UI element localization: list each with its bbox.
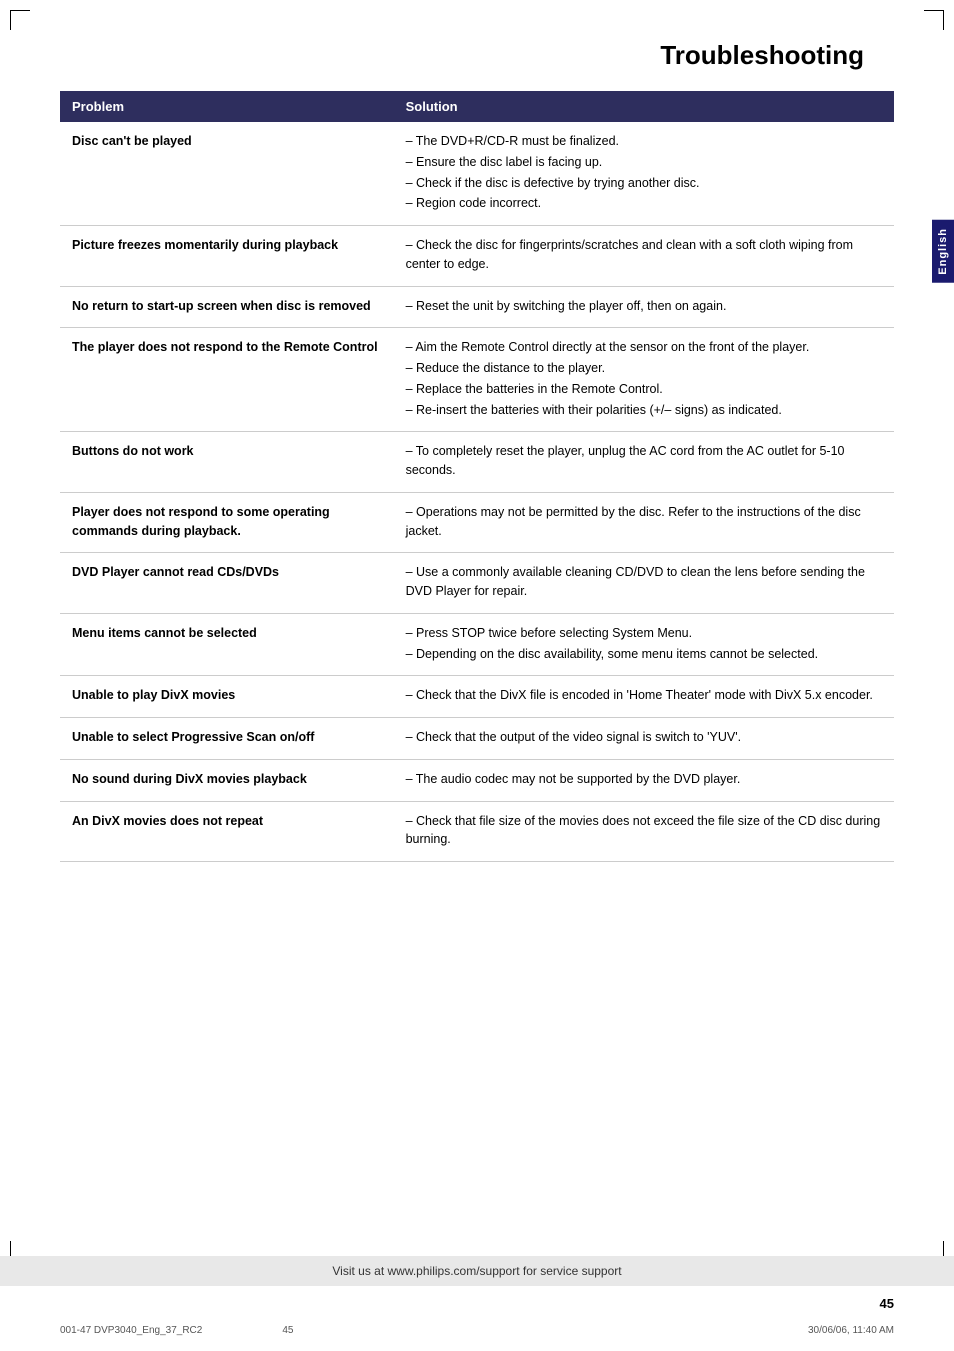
solution-cell: Check that file size of the movies does … [394, 801, 894, 862]
table-header-problem: Problem [60, 91, 394, 122]
table-row: Buttons do not work To completely reset t… [60, 432, 894, 493]
table-row: Picture freezes momentarily during playb… [60, 226, 894, 287]
page-title: Troubleshooting [60, 40, 894, 71]
english-tab: English [932, 220, 954, 283]
solution-item: Replace the batteries in the Remote Cont… [406, 380, 882, 399]
corner-mark-tr [924, 10, 944, 30]
solution-list: Check that file size of the movies does … [406, 812, 882, 850]
table-row: Player does not respond to some operatin… [60, 492, 894, 553]
problem-cell: No return to start-up screen when disc i… [60, 286, 394, 328]
solution-cell: The DVD+R/CD-R must be finalized. Ensure … [394, 122, 894, 226]
solution-list: The DVD+R/CD-R must be finalized. Ensure … [406, 132, 882, 213]
footer-bar: Visit us at www.philips.com/support for … [0, 1256, 954, 1286]
solution-item: Reset the unit by switching the player o… [406, 297, 882, 316]
page-container: English Troubleshooting Problem Solution… [0, 0, 954, 1351]
solution-item: Operations may not be permitted by the d… [406, 503, 882, 541]
table-row: No return to start-up screen when disc i… [60, 286, 894, 328]
solution-cell: Check that the output of the video signa… [394, 718, 894, 760]
solution-cell: Reset the unit by switching the player o… [394, 286, 894, 328]
table-row: The player does not respond to the Remot… [60, 328, 894, 432]
solution-list: Press STOP twice before selecting System… [406, 624, 882, 664]
solution-cell: Operations may not be permitted by the d… [394, 492, 894, 553]
print-info-left: 001-47 DVP3040_Eng_37_RC2 [60, 1325, 202, 1336]
solution-list: Use a commonly available cleaning CD/DVD… [406, 563, 882, 601]
solution-item: The audio codec may not be supported by … [406, 770, 882, 789]
solution-item: Check that file size of the movies does … [406, 812, 882, 850]
troubleshoot-table: Problem Solution Disc can't be playedThe… [60, 91, 894, 862]
page-number: 45 [880, 1296, 894, 1311]
solution-item: Re-insert the batteries with their polar… [406, 401, 882, 420]
table-row: An DivX movies does not repeat Check that… [60, 801, 894, 862]
problem-cell: Disc can't be played [60, 122, 394, 226]
solution-item: To completely reset the player, unplug t… [406, 442, 882, 480]
problem-cell: Unable to select Progressive Scan on/off [60, 718, 394, 760]
solution-item: Aim the Remote Control directly at the s… [406, 338, 882, 357]
solution-cell: Aim the Remote Control directly at the s… [394, 328, 894, 432]
problem-cell: An DivX movies does not repeat [60, 801, 394, 862]
solution-list: The audio codec may not be supported by … [406, 770, 882, 789]
solution-list: Aim the Remote Control directly at the s… [406, 338, 882, 419]
solution-item: Check if the disc is defective by trying… [406, 174, 882, 193]
solution-cell: The audio codec may not be supported by … [394, 759, 894, 801]
problem-cell: Unable to play DivX movies [60, 676, 394, 718]
solution-item: Depending on the disc availability, some… [406, 645, 882, 664]
solution-item: Press STOP twice before selecting System… [406, 624, 882, 643]
solution-item: Ensure the disc label is facing up. [406, 153, 882, 172]
solution-list: Reset the unit by switching the player o… [406, 297, 882, 316]
table-header-solution: Solution [394, 91, 894, 122]
solution-cell: Check the disc for fingerprints/scratche… [394, 226, 894, 287]
print-info: 001-47 DVP3040_Eng_37_RC2 45 [60, 1325, 293, 1336]
solution-cell: To completely reset the player, unplug t… [394, 432, 894, 493]
print-info-right: 30/06/06, 11:40 AM [808, 1325, 894, 1336]
footer-text: Visit us at www.philips.com/support for … [332, 1264, 621, 1278]
solution-item: Check that the output of the video signa… [406, 728, 882, 747]
solution-list: Check the disc for fingerprints/scratche… [406, 236, 882, 274]
solution-item: Reduce the distance to the player. [406, 359, 882, 378]
problem-cell: The player does not respond to the Remot… [60, 328, 394, 432]
problem-cell: Menu items cannot be selected [60, 613, 394, 676]
solution-list: Check that the DivX file is encoded in '… [406, 686, 882, 705]
table-row: No sound during DivX movies playback The … [60, 759, 894, 801]
table-row: DVD Player cannot read CDs/DVDs Use a com… [60, 553, 894, 614]
table-row: Menu items cannot be selected Press STOP … [60, 613, 894, 676]
solution-item: Check that the DivX file is encoded in '… [406, 686, 882, 705]
solution-item: Region code incorrect. [406, 194, 882, 213]
table-row: Disc can't be playedThe DVD+R/CD-R must … [60, 122, 894, 226]
solution-cell: Press STOP twice before selecting System… [394, 613, 894, 676]
solution-list: Check that the output of the video signa… [406, 728, 882, 747]
solution-item: The DVD+R/CD-R must be finalized. [406, 132, 882, 151]
table-row: Unable to play DivX movies Check that the… [60, 676, 894, 718]
solution-cell: Use a commonly available cleaning CD/DVD… [394, 553, 894, 614]
solution-item: Use a commonly available cleaning CD/DVD… [406, 563, 882, 601]
problem-cell: Picture freezes momentarily during playb… [60, 226, 394, 287]
print-info-middle: 45 [282, 1325, 293, 1336]
problem-cell: No sound during DivX movies playback [60, 759, 394, 801]
solution-list: To completely reset the player, unplug t… [406, 442, 882, 480]
problem-cell: DVD Player cannot read CDs/DVDs [60, 553, 394, 614]
solution-cell: Check that the DivX file is encoded in '… [394, 676, 894, 718]
corner-mark-tl [10, 10, 30, 30]
table-row: Unable to select Progressive Scan on/off… [60, 718, 894, 760]
solution-item: Check the disc for fingerprints/scratche… [406, 236, 882, 274]
solution-list: Operations may not be permitted by the d… [406, 503, 882, 541]
problem-cell: Buttons do not work [60, 432, 394, 493]
problem-cell: Player does not respond to some operatin… [60, 492, 394, 553]
